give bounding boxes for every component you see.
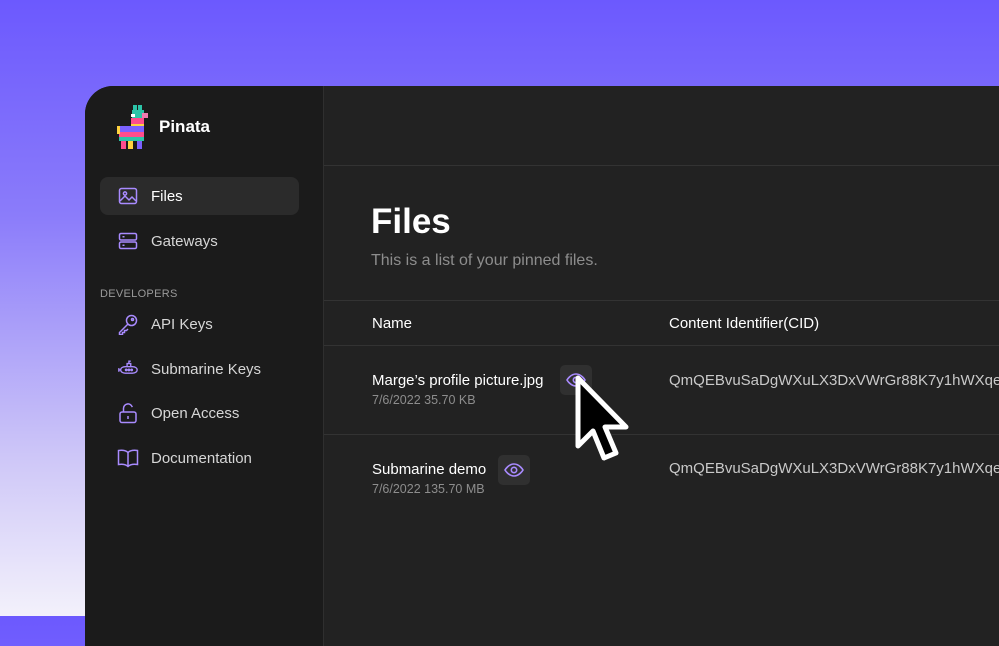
table-row[interactable]: Submarine demo 7/6/2022 135.70 MB QmQEBv… <box>324 435 999 524</box>
sidebar-item-label: Gateways <box>151 232 218 250</box>
eye-icon <box>504 463 524 477</box>
app-window: Pinata Files Gateways DEVELOPERS API Key… <box>85 86 999 646</box>
key-icon <box>117 313 139 335</box>
book-icon <box>117 447 139 469</box>
page-title: Files <box>371 202 451 241</box>
column-header-cid[interactable]: Content Identifier(CID) <box>669 315 819 332</box>
sidebar-item-label: Submarine Keys <box>151 360 262 378</box>
image-icon <box>117 185 139 207</box>
top-bar <box>324 86 999 166</box>
file-cid[interactable]: QmQEBvuSaDgWXuLX3DxVWrGr88K7y1hWXqew <box>669 372 999 389</box>
sidebar-item-label: Open Access <box>151 404 240 422</box>
file-cid[interactable]: QmQEBvuSaDgWXuLX3DxVWrGr88K7y1hWXqew <box>669 460 999 477</box>
sidebar-item-label: Documentation <box>151 449 252 467</box>
brand[interactable]: Pinata <box>117 104 210 150</box>
sidebar-item-label: Files <box>151 187 183 205</box>
preview-button[interactable] <box>498 455 530 485</box>
server-icon <box>117 230 139 252</box>
file-meta: 7/6/2022 35.70 KB <box>372 393 476 407</box>
sidebar-item-label: API Keys <box>151 315 213 333</box>
submarine-icon <box>117 358 139 380</box>
table-header: Name Content Identifier(CID) <box>324 300 999 346</box>
mouse-cursor-icon <box>575 375 629 461</box>
pinata-logo-icon <box>117 105 148 149</box>
brand-name: Pinata <box>159 117 211 136</box>
sidebar-item-submarine-keys[interactable]: Submarine Keys <box>100 350 299 388</box>
column-header-name[interactable]: Name <box>372 315 412 332</box>
sidebar-item-gateways[interactable]: Gateways <box>100 222 299 260</box>
file-name[interactable]: Marge’s profile picture.jpg <box>372 372 543 389</box>
unlock-icon <box>117 402 139 424</box>
file-name[interactable]: Submarine demo <box>372 461 486 478</box>
sidebar-item-documentation[interactable]: Documentation <box>100 439 299 477</box>
main-content: Files This is a list of your pinned file… <box>324 86 999 646</box>
sidebar-item-open-access[interactable]: Open Access <box>100 394 299 432</box>
section-label-developers: DEVELOPERS <box>100 288 178 300</box>
file-meta: 7/6/2022 135.70 MB <box>372 482 485 496</box>
sidebar: Pinata Files Gateways DEVELOPERS API Key… <box>85 86 324 646</box>
sidebar-item-api-keys[interactable]: API Keys <box>100 305 299 343</box>
table-row[interactable]: Marge’s profile picture.jpg 7/6/2022 35.… <box>324 345 999 435</box>
sidebar-item-files[interactable]: Files <box>100 177 299 215</box>
page-subtitle: This is a list of your pinned files. <box>371 252 598 269</box>
